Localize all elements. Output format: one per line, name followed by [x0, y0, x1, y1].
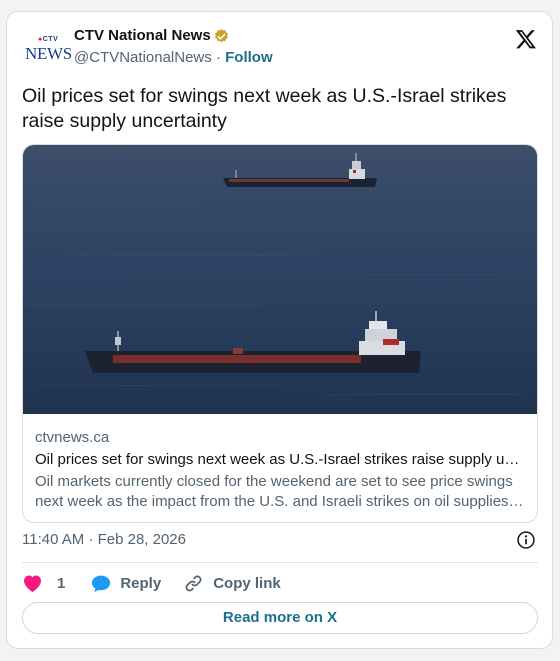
- x-logo-icon[interactable]: [515, 28, 537, 50]
- info-icon[interactable]: [516, 530, 536, 550]
- action-divider: [22, 562, 538, 563]
- author-avatar[interactable]: ●CTV NEWS: [25, 36, 73, 70]
- tweet-timestamp[interactable]: 11:40 AM · Feb 28, 2026: [22, 531, 186, 548]
- author-name[interactable]: CTV National News: [74, 27, 211, 44]
- link-description: Oil markets currently closed for the wee…: [35, 473, 524, 510]
- link-domain: ctvnews.ca: [35, 429, 110, 446]
- copy-link-label: Copy link: [213, 574, 281, 592]
- heart-icon: [24, 575, 41, 593]
- avatar-logo-top: ●CTV: [38, 36, 59, 43]
- handle-row: @CTVNationalNews · Follow: [74, 49, 273, 66]
- article-image: [23, 145, 537, 414]
- like-count: 1: [57, 574, 66, 592]
- like-button[interactable]: 1: [22, 573, 65, 593]
- copy-link-button[interactable]: Copy link: [184, 574, 281, 593]
- tweet-text: Oil prices set for swings next week as U…: [22, 85, 507, 132]
- verified-badge-icon: [215, 29, 228, 43]
- avatar-logo-bottom: NEWS: [25, 44, 72, 63]
- link-preview-card[interactable]: ctvnews.ca Oil prices set for swings nex…: [22, 144, 538, 523]
- reply-label: Reply: [120, 574, 162, 592]
- action-bar: 1 Reply Copy link: [22, 572, 281, 594]
- link-info: ctvnews.ca Oil prices set for swings nex…: [35, 428, 525, 512]
- reply-bubble-icon: [92, 575, 111, 592]
- read-more-button[interactable]: Read more on X: [22, 602, 538, 634]
- link-title: Oil prices set for swings next week as U…: [35, 451, 520, 468]
- handle-separator: ·: [215, 49, 221, 66]
- reply-button[interactable]: Reply: [91, 574, 161, 593]
- follow-link[interactable]: Follow: [225, 49, 273, 66]
- link-icon: [185, 575, 202, 591]
- author-handle[interactable]: @CTVNationalNews: [74, 49, 212, 66]
- tweet-card: ●CTV NEWS CTV National News @CTVNational…: [6, 11, 553, 649]
